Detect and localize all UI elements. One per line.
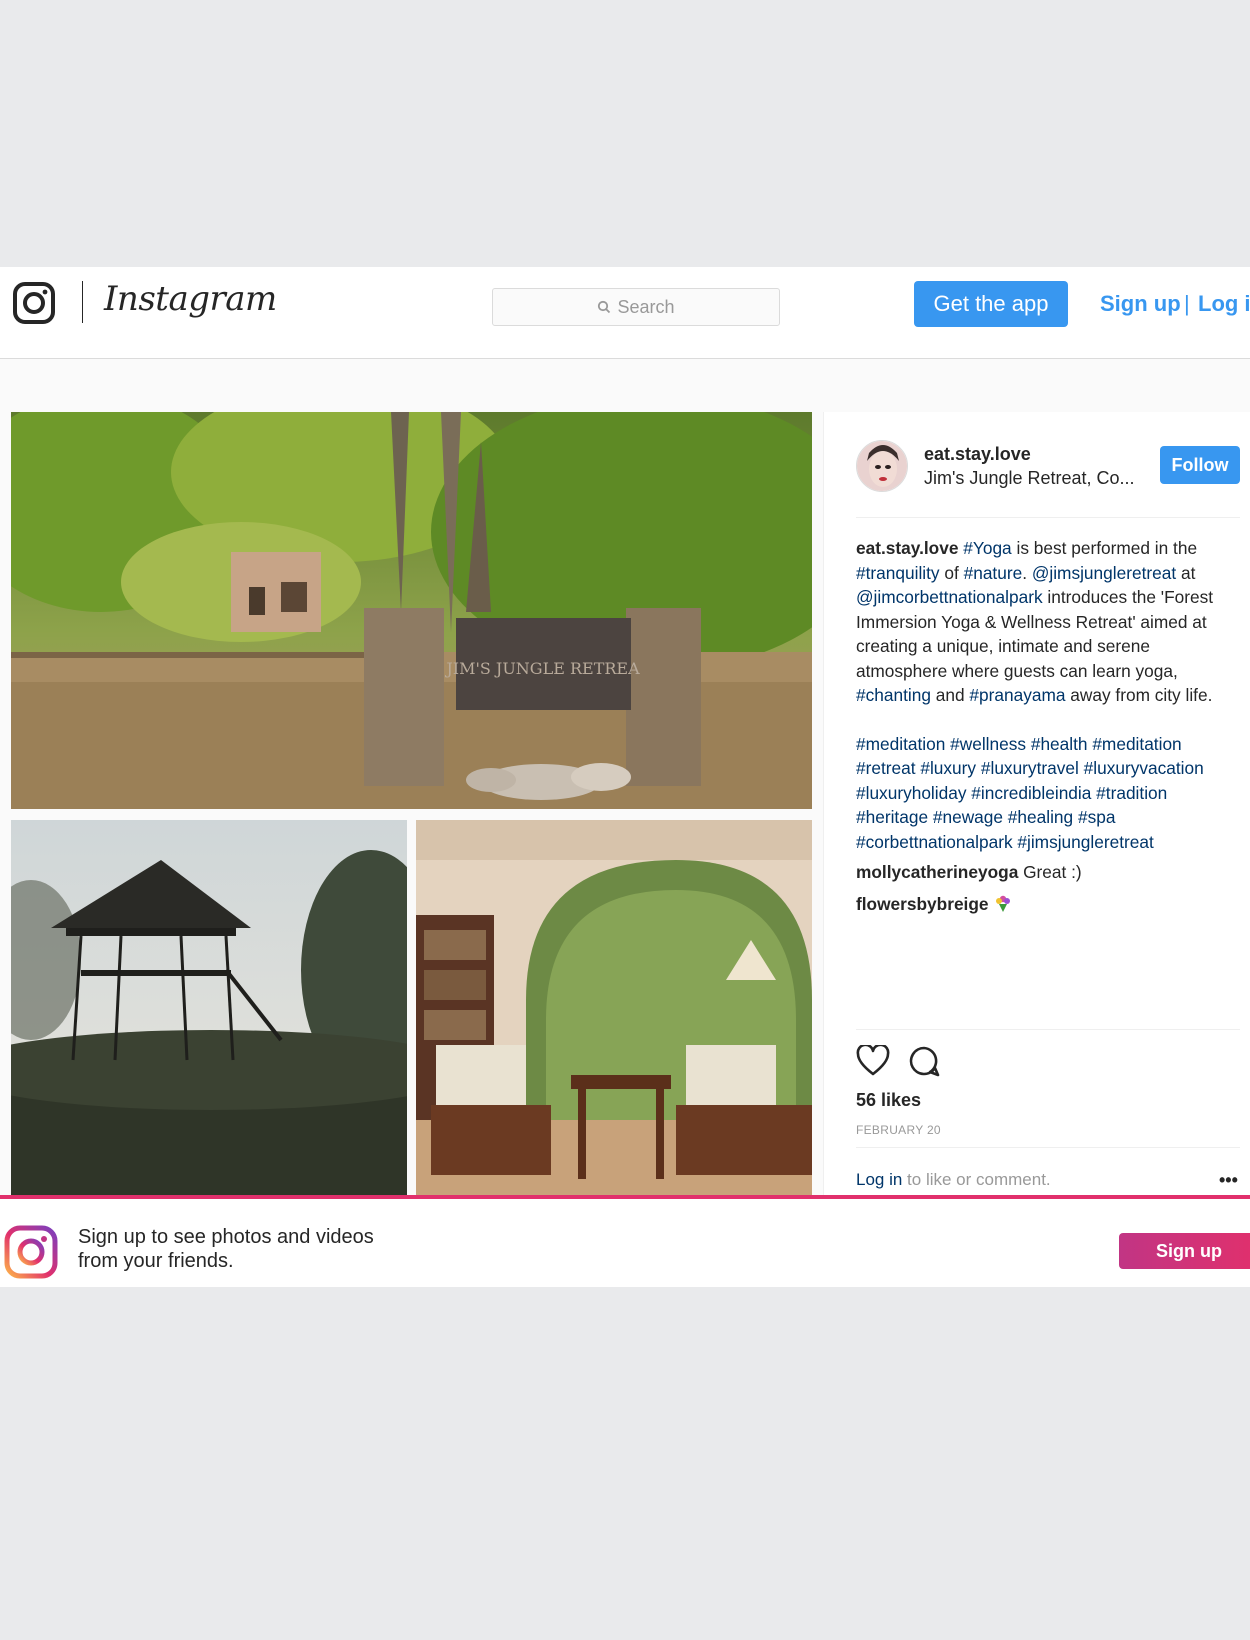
log-in-link[interactable]: Log in [1198,291,1250,317]
post-username[interactable]: eat.stay.love [924,444,1031,465]
post-side-panel: eat.stay.love Jim's Jungle Retreat, Co..… [823,412,1250,1202]
divider [856,517,1240,518]
post-date[interactable]: FEBRUARY 20 [856,1123,941,1137]
caption-text-segment: of [939,562,964,583]
signup-banner: Sign up to see photos and videos from yo… [0,1195,1250,1287]
follow-button[interactable]: Follow [1160,446,1240,484]
comment-item: flowersbybreige [856,892,1240,916]
caption-text-segment: away from city life. [1065,685,1213,705]
instagram-page: Instagram Search Get the app Sign up | L… [0,267,1250,1287]
caption-text-segment: and [930,685,970,705]
post-photo-veranda[interactable] [416,820,812,1200]
caption-body: #Yoga is best performed in the #tranquil… [856,538,1213,705]
banner-sign-up-button[interactable]: Sign up [1119,1233,1250,1269]
instagram-wordmark[interactable]: Instagram [104,279,277,319]
login-to-comment: Log in to like or comment. [856,1170,1051,1190]
caption-link[interactable]: #Yoga [963,538,1011,558]
sign-up-link[interactable]: Sign up [1100,291,1181,317]
search-placeholder: Search [617,296,675,317]
search-input[interactable]: Search [492,288,780,326]
veranda-image [416,820,812,1200]
post: JIM'S JUNGLE RETREA eat.stay.love Jim's … [11,412,1250,1202]
comment-icon[interactable] [908,1045,940,1077]
caption-link[interactable]: #pranayama [969,685,1065,705]
avatar-image [857,441,907,491]
get-the-app-button[interactable]: Get the app [914,281,1068,327]
caption-text: eat.stay.love #Yoga is best performed in… [856,536,1240,708]
more-options-icon[interactable]: ••• [1219,1170,1238,1191]
likes-count[interactable]: 56 likes [856,1090,921,1111]
comment-username[interactable]: flowersbybreige [856,894,989,914]
sign-text: JIM'S JUNGLE RETREA [444,659,640,678]
post-photo-sign[interactable]: JIM'S JUNGLE RETREA [11,412,812,809]
caption-link[interactable]: @jimsjungleretreat [1032,563,1176,583]
logo-divider [82,281,83,323]
caption-text-segment: is best performed in the [1011,538,1198,558]
login-to-comment-text: to like or comment. [902,1170,1051,1189]
instagram-camera-icon[interactable] [12,281,56,325]
forest-sign-image: JIM'S JUNGLE RETREA [11,412,812,809]
post-location[interactable]: Jim's Jungle Retreat, Co... [924,468,1135,489]
comment-item: mollycatherineyoga Great :) [856,860,1240,884]
caption-link[interactable]: @jimcorbettnationalpark [856,587,1043,607]
caption-username[interactable]: eat.stay.love [856,538,958,558]
banner-message: Sign up to see photos and videos from yo… [78,1226,374,1272]
watchtower-image [11,820,407,1200]
avatar[interactable] [856,440,908,492]
divider [856,1029,1240,1030]
post-photo-watchtower[interactable] [11,820,407,1200]
divider [856,1147,1240,1148]
heart-icon[interactable] [856,1045,890,1077]
comment-text: Great :) [1018,862,1082,882]
comment-username[interactable]: mollycatherineyoga [856,862,1018,882]
caption-text-segment: at [1176,562,1196,583]
caption-link[interactable]: #nature [964,563,1023,583]
link-separator: | [1184,291,1190,316]
instagram-gradient-logo-icon [4,1225,58,1279]
caption-text-segment: . [1022,562,1032,583]
bouquet-icon [996,895,1011,912]
search-icon [598,300,611,314]
caption-link[interactable]: #chanting [856,685,931,705]
caption-link[interactable]: #tranquility [856,563,940,583]
post-caption: eat.stay.love #Yoga is best performed in… [856,536,1240,916]
login-to-comment-link[interactable]: Log in [856,1170,902,1189]
caption-hashtags[interactable]: #meditation #wellness #health #meditatio… [856,732,1240,855]
top-nav: Instagram Search Get the app Sign up | L… [0,267,1250,359]
